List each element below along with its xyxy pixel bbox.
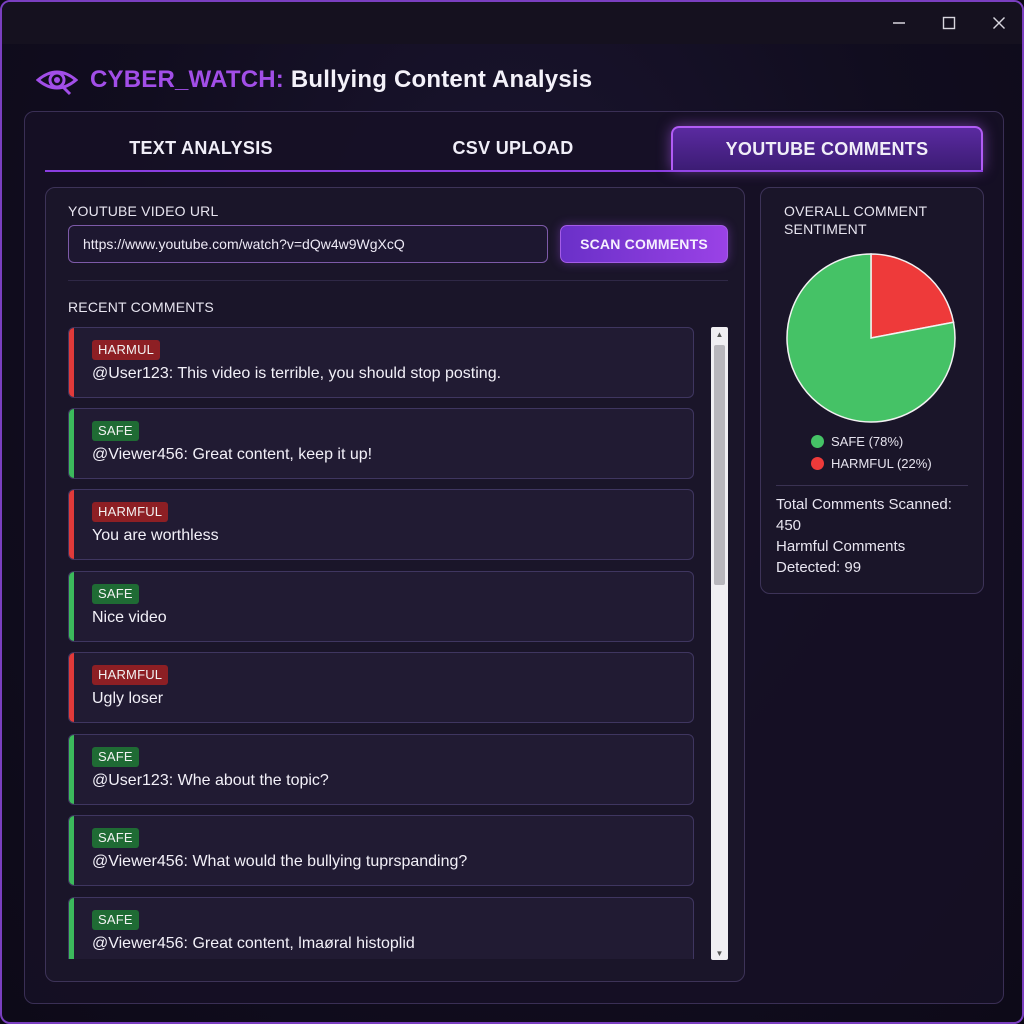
sentiment-card: OVERALL COMMENT SENTIMENT SAFE (78%) HAR… bbox=[760, 187, 984, 594]
comment-item: HARMUL @User123: This video is terrible,… bbox=[68, 327, 694, 398]
app-header: CYBER_WATCH: Bullying Content Analysis bbox=[36, 60, 592, 100]
safe-dot-icon bbox=[811, 435, 824, 448]
comment-text: Nice video bbox=[92, 609, 167, 626]
status-badge: HARMUL bbox=[92, 340, 161, 360]
status-bar bbox=[69, 735, 74, 804]
youtube-scan-card: YOUTUBE VIDEO URL SCAN COMMENTS RECENT C… bbox=[45, 187, 745, 982]
main-panel: TEXT ANALYSIS CSV UPLOAD YOUTUBE COMMENT… bbox=[24, 111, 1004, 1004]
comment-item: SAFE @Viewer456: What would the bullying… bbox=[68, 815, 694, 886]
app-brand: CYBER_WATCH: bbox=[90, 66, 284, 93]
stat-line-1: Total Comments Scanned: bbox=[776, 496, 952, 513]
scan-comments-button[interactable]: SCAN COMMENTS bbox=[560, 225, 728, 263]
status-badge: SAFE bbox=[92, 910, 139, 930]
comment-item: SAFE @Viewer456: Great content, lmaøral … bbox=[68, 897, 694, 959]
status-bar bbox=[69, 490, 74, 559]
status-badge: SAFE bbox=[92, 828, 139, 848]
title-bar bbox=[2, 2, 1022, 44]
tab-csv-upload[interactable]: CSV UPLOAD bbox=[357, 126, 669, 170]
comment-item: SAFE @User123: Whe about the topic? bbox=[68, 734, 694, 805]
eye-icon bbox=[36, 70, 78, 96]
divider bbox=[68, 280, 728, 281]
comment-item: HARMFUL Ugly loser bbox=[68, 652, 694, 723]
scroll-down-icon[interactable]: ▼ bbox=[711, 946, 728, 960]
divider bbox=[776, 485, 968, 486]
legend-safe: SAFE (78%) bbox=[811, 434, 903, 449]
url-label: YOUTUBE VIDEO URL bbox=[68, 203, 219, 219]
status-bar bbox=[69, 653, 74, 722]
recent-comments-label: RECENT COMMENTS bbox=[68, 299, 214, 315]
tab-youtube-comments[interactable]: YOUTUBE COMMENTS bbox=[671, 126, 983, 170]
tab-bar: TEXT ANALYSIS CSV UPLOAD YOUTUBE COMMENT… bbox=[45, 126, 983, 172]
sentiment-title-line2: SENTIMENT bbox=[784, 221, 867, 237]
sentiment-title-line1: OVERALL COMMENT bbox=[784, 203, 928, 219]
app-window: CYBER_WATCH: Bullying Content Analysis T… bbox=[0, 0, 1024, 1024]
status-badge: HARMFUL bbox=[92, 665, 169, 685]
status-badge: SAFE bbox=[92, 421, 139, 441]
status-badge: HARMFUL bbox=[92, 502, 169, 522]
comment-item: HARMFUL You are worthless bbox=[68, 489, 694, 560]
status-bar bbox=[69, 816, 74, 885]
stat-line-3: Harmful Comments bbox=[776, 538, 906, 555]
comment-item: SAFE @Viewer456: Great content, keep it … bbox=[68, 408, 694, 479]
scrollbar-thumb[interactable] bbox=[714, 345, 725, 585]
stat-line-4: Detected: 99 bbox=[776, 559, 862, 576]
comment-text: Ugly loser bbox=[92, 690, 164, 707]
maximize-icon[interactable] bbox=[924, 2, 974, 44]
comment-text: @Viewer456: What would the bullying tupr… bbox=[92, 853, 468, 870]
comments-scrollbar[interactable]: ▲ ▼ bbox=[711, 327, 728, 960]
status-badge: SAFE bbox=[92, 584, 139, 604]
legend-safe-label: SAFE (78%) bbox=[831, 434, 904, 449]
comment-text: You are worthless bbox=[92, 527, 219, 544]
status-bar bbox=[69, 409, 74, 478]
sentiment-pie-chart bbox=[786, 253, 956, 423]
app-title: CYBER_WATCH: Bullying Content Analysis bbox=[90, 66, 592, 94]
scroll-up-icon[interactable]: ▲ bbox=[711, 327, 728, 341]
status-bar bbox=[69, 898, 74, 959]
legend-harmful-label: HARMFUL (22%) bbox=[831, 456, 932, 471]
comment-item: SAFE Nice video bbox=[68, 571, 694, 642]
tab-text-analysis[interactable]: TEXT ANALYSIS bbox=[45, 126, 357, 170]
comment-text: @User123: Whe about the topic? bbox=[92, 772, 329, 789]
status-bar bbox=[69, 328, 74, 397]
status-bar bbox=[69, 572, 74, 641]
minimize-icon[interactable] bbox=[874, 2, 924, 44]
harmful-dot-icon bbox=[811, 457, 824, 470]
legend-harmful: HARMFUL (22%) bbox=[811, 456, 932, 471]
close-icon[interactable] bbox=[974, 2, 1022, 44]
stat-line-2: 450 bbox=[776, 517, 802, 534]
comment-text: @Viewer456: Great content, lmaøral histo… bbox=[92, 935, 415, 952]
youtube-url-input[interactable] bbox=[68, 225, 548, 263]
comments-list: HARMUL @User123: This video is terrible,… bbox=[68, 327, 696, 959]
comment-text: @User123: This video is terrible, you sh… bbox=[92, 365, 502, 382]
app-title-text: Bullying Content Analysis bbox=[283, 66, 593, 93]
comment-text: @Viewer456: Great content, keep it up! bbox=[92, 446, 373, 463]
status-badge: SAFE bbox=[92, 747, 139, 767]
